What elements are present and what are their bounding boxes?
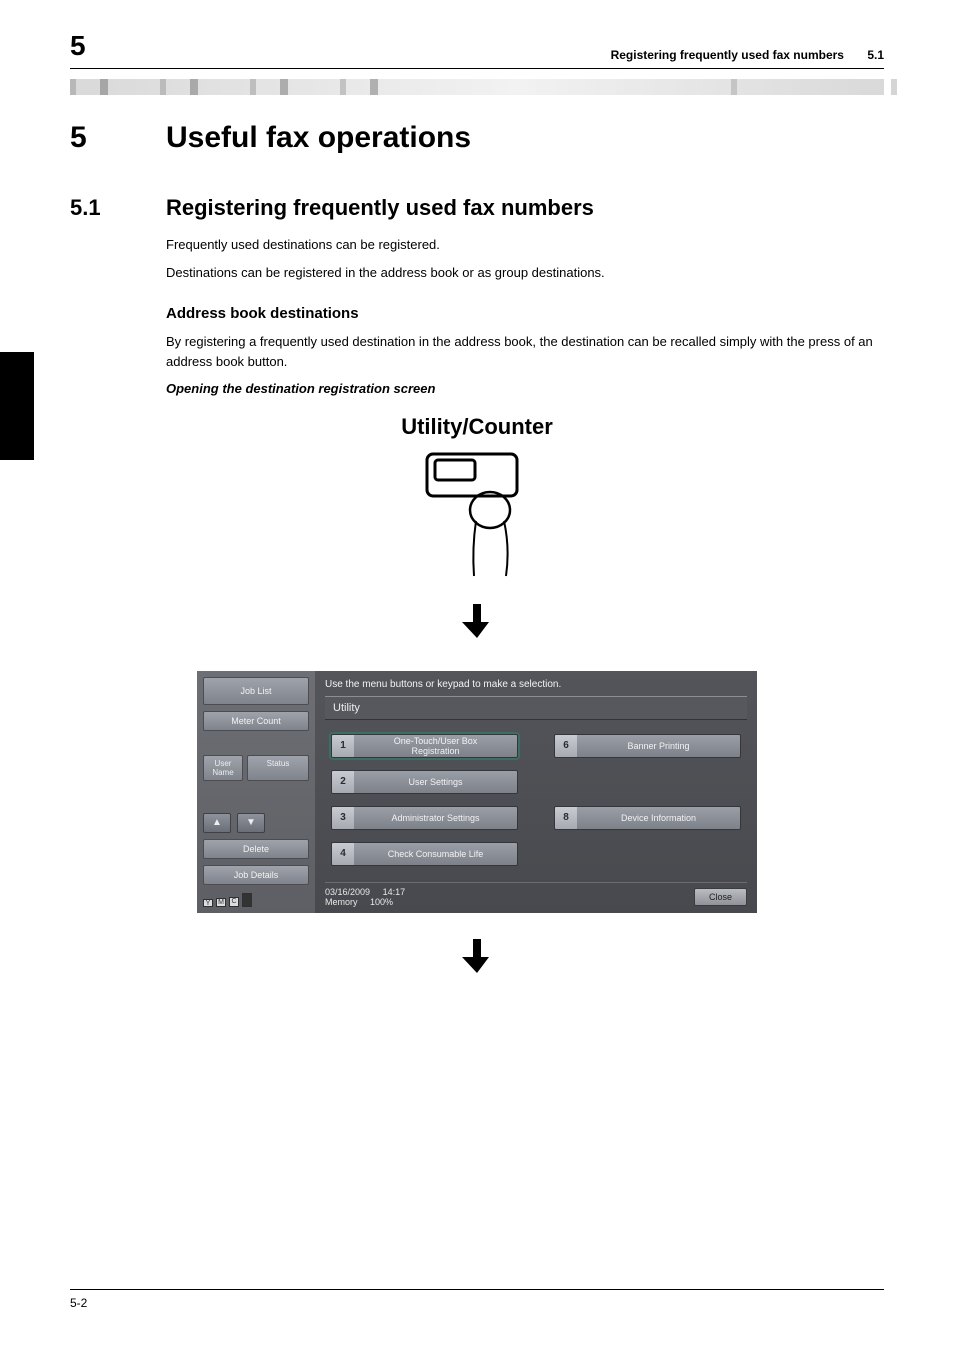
thumb-tab [0,352,34,460]
subsection-paragraph: By registering a frequently used destina… [166,332,884,372]
utility-sidebar: Job List Meter Count User Name Status ▲ … [197,671,315,913]
meter-count-button[interactable]: Meter Count [203,711,309,731]
footer-memory-value: 100% [370,897,393,907]
page-header: 5 Registering frequently used fax number… [70,30,884,66]
utility-menu-item[interactable]: 4Check Consumable Life [331,842,518,866]
section-heading: 5.1Registering frequently used fax numbe… [70,195,884,221]
menu-item-number: 3 [332,807,354,829]
toner-y-icon: Y [203,899,213,907]
utility-menu-item[interactable]: 6Banner Printing [554,734,741,758]
job-details-button[interactable]: Job Details [203,865,309,885]
chapter-heading: 5Useful fax operations [70,121,884,155]
utility-main: Use the menu buttons or keypad to make a… [315,671,757,913]
subsection-heading: Address book destinations [166,305,884,322]
scroll-up-button[interactable]: ▲ [203,813,231,833]
close-button[interactable]: Close [694,888,747,906]
menu-item-number: 4 [332,843,354,865]
decor-bar [70,79,884,95]
figure-title: Utility/Counter [70,414,884,440]
section-paragraph: Frequently used destinations can be regi… [166,235,884,255]
menu-item-number: 8 [555,807,577,829]
page-footer: 5-2 [70,1289,884,1310]
toner-levels: Y M C K [203,891,309,907]
header-rule [70,68,884,69]
utility-footer: 03/16/2009 14:17 Memory 100% Close [325,882,747,907]
page-number: 5-2 [70,1296,87,1310]
toner-m-icon: M [216,898,226,907]
menu-item-label: Device Information [577,807,740,829]
utility-menu-item[interactable]: 1One-Touch/User Box Registration [331,734,518,758]
menu-item-number: 1 [332,735,354,757]
scroll-down-button[interactable]: ▼ [237,813,265,833]
arrow-down-icon [70,939,884,980]
footer-memory-label: Memory [325,897,358,907]
running-head: Registering frequently used fax numbers … [611,48,884,62]
footer-date: 03/16/2009 [325,887,370,897]
utility-menu-item[interactable]: 3Administrator Settings [331,806,518,830]
utility-hint: Use the menu buttons or keypad to make a… [325,677,747,696]
menu-item-number: 6 [555,735,577,757]
menu-item-number: 2 [332,771,354,793]
toner-c-icon: C [229,897,239,907]
running-head-section: 5.1 [867,48,884,62]
utility-menu-item[interactable]: 8Device Information [554,806,741,830]
utility-title: Utility [325,696,747,720]
running-head-title: Registering frequently used fax numbers [611,48,844,62]
menu-item-label: One-Touch/User Box Registration [354,735,517,757]
status-button[interactable]: Status [247,755,309,781]
menu-item-label: Administrator Settings [354,807,517,829]
utility-screen: Job List Meter Count User Name Status ▲ … [197,671,757,913]
menu-item-label: Banner Printing [577,735,740,757]
press-button-illustration [402,448,552,578]
section-title: Registering frequently used fax numbers [166,195,594,220]
job-list-button[interactable]: Job List [203,677,309,705]
chapter-number: 5 [70,121,166,155]
toner-k-icon: K [242,893,252,907]
arrow-down-icon [70,604,884,645]
section-paragraph: Destinations can be registered in the ad… [166,263,884,283]
chapter-title: Useful fax operations [166,121,471,154]
procedure-caption: Opening the destination registration scr… [166,381,884,396]
section-number: 5.1 [70,195,166,221]
footer-time: 14:17 [383,887,406,897]
header-chapter-number: 5 [70,30,86,62]
utility-menu-item[interactable]: 2User Settings [331,770,518,794]
menu-item-label: Check Consumable Life [354,843,517,865]
user-name-label: User Name [203,755,243,781]
delete-button[interactable]: Delete [203,839,309,859]
menu-item-label: User Settings [354,771,517,793]
